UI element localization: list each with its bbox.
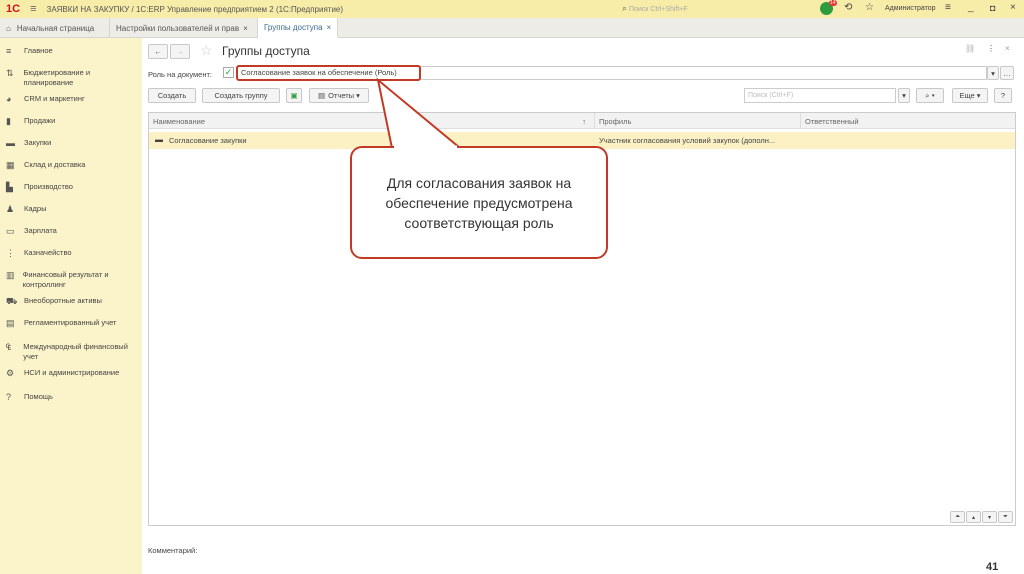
slide-number: 41 bbox=[986, 561, 999, 573]
callout-pointer-cover bbox=[394, 145, 457, 149]
